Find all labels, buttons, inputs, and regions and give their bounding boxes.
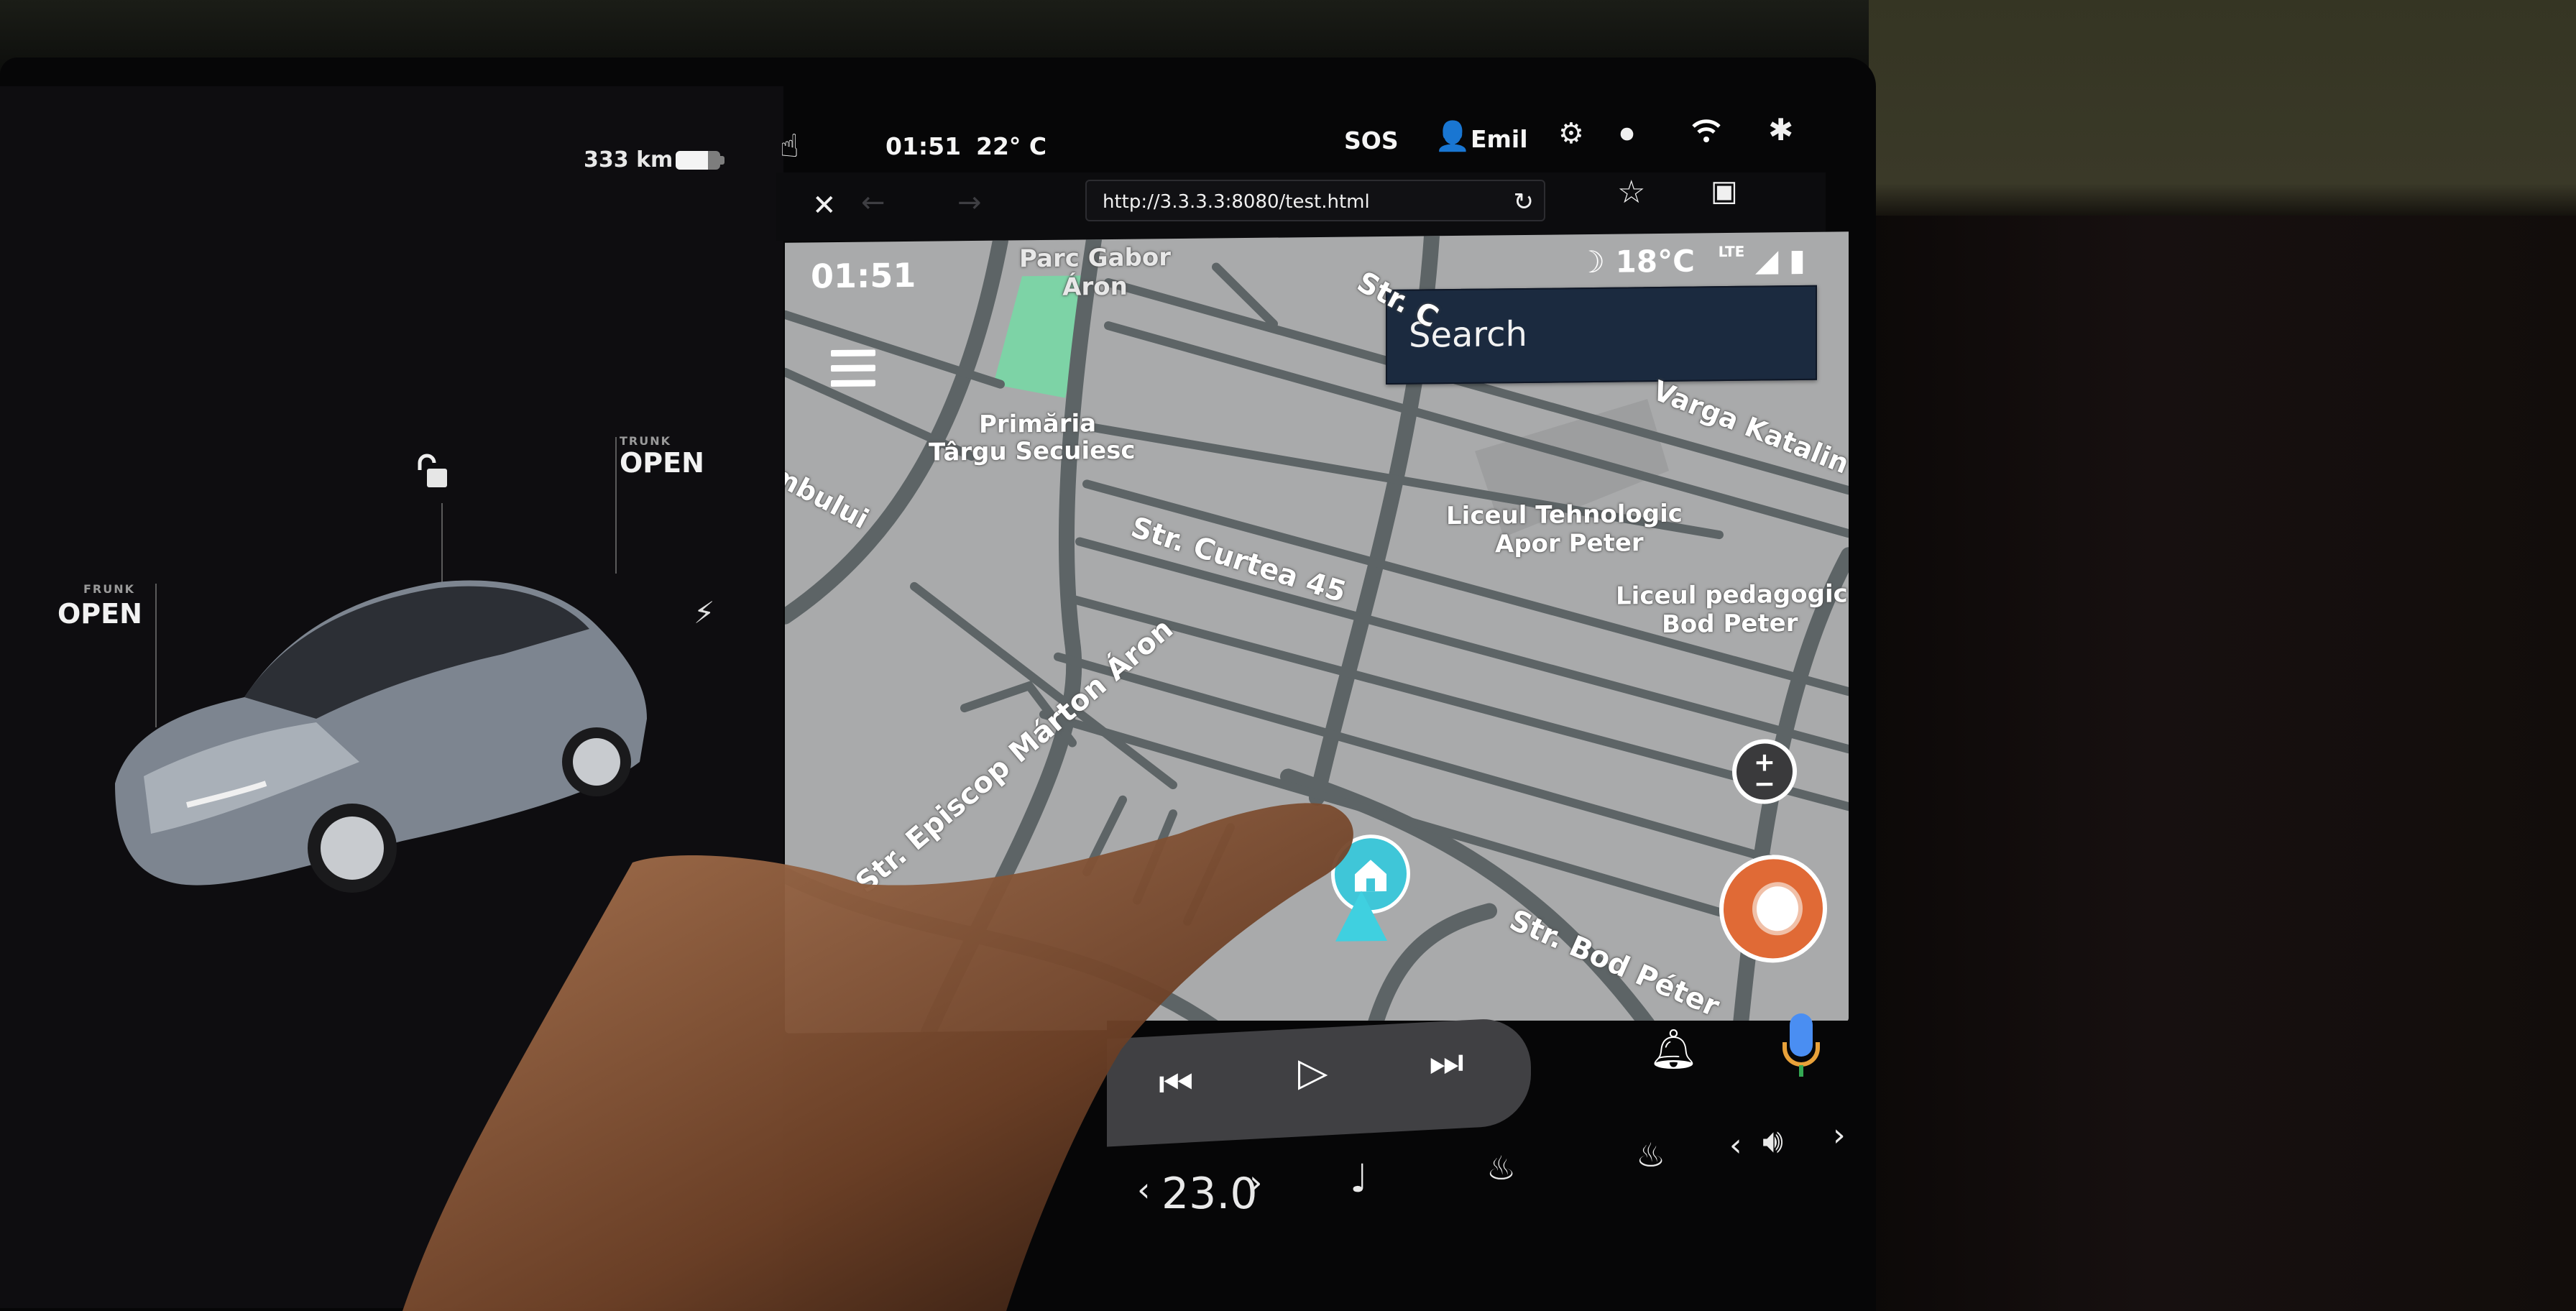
back-button[interactable]: ← <box>861 188 886 217</box>
map-view[interactable]: 01:51 ☽ 18°C LTE ◢ ▮ Search Parc Gabor Á… <box>785 231 1849 1034</box>
trunk-open-button[interactable]: OPEN <box>620 447 704 479</box>
forward-button[interactable]: → <box>957 188 982 217</box>
profile-name[interactable]: Emil <box>1471 125 1528 153</box>
lte-indicator: LTE <box>1718 242 1745 261</box>
mic-icon-stem <box>1799 1065 1803 1077</box>
volume-decrease-button[interactable]: ‹ <box>1729 1127 1742 1164</box>
url-text: http://3.3.3.3:8080/test.html <box>1103 191 1370 213</box>
map-label-school1-name: Apor Peter <box>1495 528 1644 559</box>
sos-button[interactable]: SOS <box>1344 126 1399 155</box>
range-readout: 333 km <box>584 147 673 172</box>
battery-tip <box>720 156 724 165</box>
map-label-school2-name: Bod Peter <box>1662 608 1798 639</box>
previous-track-button[interactable]: ⏮ <box>1159 1061 1194 1107</box>
front-defrost-icon[interactable]: ♨ <box>1486 1149 1516 1187</box>
bell-icon[interactable]: 🔔︎ <box>1649 1026 1698 1072</box>
outside-temperature: 22° C <box>976 132 1047 160</box>
charge-port-icon[interactable]: ⚡ <box>694 595 715 630</box>
volume-increase-button[interactable]: › <box>1833 1117 1846 1154</box>
battery-fill <box>676 151 708 170</box>
map-label-school2: Liceul pedagogic <box>1616 579 1848 611</box>
trunk-label: TRUNK <box>620 434 672 448</box>
reload-button[interactable]: ↻ <box>1514 181 1535 223</box>
temp-increase-button[interactable]: › <box>1249 1163 1262 1202</box>
unlock-icon[interactable] <box>414 451 457 494</box>
moon-icon: ☽ <box>1578 244 1616 280</box>
map-label-school1: Liceul Tehnologic <box>1446 499 1683 531</box>
aa-status-area: ☽ 18°C LTE ◢ ▮ <box>1578 242 1806 280</box>
road <box>785 232 1008 625</box>
pin-icon <box>1752 881 1803 936</box>
zoom-out-button[interactable]: − <box>1736 769 1793 799</box>
touch-icon[interactable]: ☝ <box>780 131 799 162</box>
bookmark-star-button[interactable]: ☆ <box>1617 177 1645 208</box>
current-position-arrow <box>1335 890 1387 942</box>
status-time: 01:51 <box>886 132 962 160</box>
map-label-primaria: Primăria <box>979 409 1097 439</box>
cabin-temperature: 23.0 <box>1162 1169 1258 1219</box>
road <box>1366 903 1497 1034</box>
settings-icon[interactable]: ⚙ <box>1558 119 1584 148</box>
battery-status-icon: ▮ <box>1788 242 1806 278</box>
aa-weather-temp: 18°C <box>1615 243 1695 280</box>
url-field[interactable]: http://3.3.3.3:8080/test.html ↻ <box>1085 180 1545 221</box>
map-label-park: Parc Gabor Áron <box>1019 243 1172 302</box>
signal-icon: ◢ <box>1754 242 1779 278</box>
volume-icon[interactable]: 🔊︎ <box>1762 1121 1783 1162</box>
play-button[interactable]: ▷ <box>1298 1049 1328 1095</box>
bookmarks-folder-button[interactable]: ▣ <box>1711 177 1738 206</box>
next-track-button[interactable]: ⏭ <box>1429 1039 1464 1085</box>
seat-heater-icon[interactable]: ♩ <box>1350 1156 1368 1201</box>
wifi-icon[interactable] <box>1690 115 1722 152</box>
battery-icon <box>676 151 720 170</box>
zoom-control[interactable]: + − <box>1732 739 1797 804</box>
profile-icon[interactable]: 👤 <box>1435 122 1471 151</box>
road <box>921 634 1082 1034</box>
dashcam-icon[interactable]: ⏺ <box>1620 119 1634 147</box>
bluetooth-icon[interactable]: ✱ <box>1768 115 1793 145</box>
temp-decrease-button[interactable]: ‹ <box>1137 1170 1150 1209</box>
close-button[interactable]: ✕ <box>812 191 837 220</box>
car-model-3d <box>115 580 647 893</box>
rear-defrost-icon[interactable]: ♨ <box>1636 1136 1665 1174</box>
search-input[interactable]: Search <box>1386 285 1817 385</box>
menu-button[interactable] <box>831 349 875 395</box>
aa-clock: 01:51 <box>811 255 916 296</box>
background-dashboard <box>1869 216 2576 1311</box>
map-label-primaria-town: Târgu Secuiesc <box>929 436 1136 467</box>
